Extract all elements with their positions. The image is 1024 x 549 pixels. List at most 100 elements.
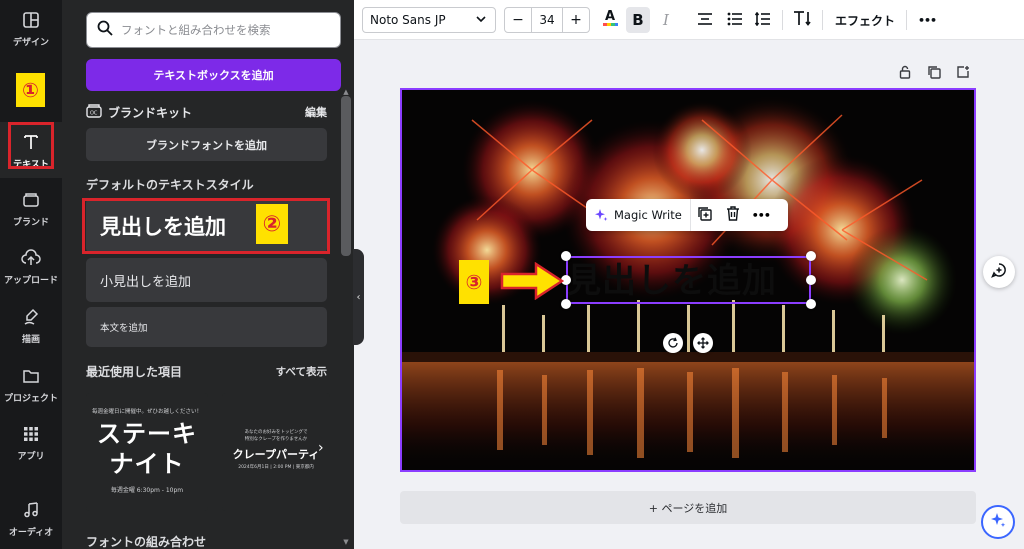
rail-label: オーディオ [8, 528, 54, 538]
effects-button[interactable]: エフェクト [830, 7, 900, 33]
font-family-select[interactable]: Noto Sans JP [362, 7, 496, 33]
recent-item-steak-night[interactable]: 毎週金曜日に開催中。ぜひお越しください！ ステーキ ナイト 毎週金曜 6:30p… [86, 393, 208, 511]
see-all-link[interactable]: すべて表示 [276, 364, 327, 379]
brand-kit-icon: OC [86, 103, 102, 122]
rail-item-text[interactable]: テキスト [0, 122, 62, 178]
resize-handle-top-right[interactable] [806, 251, 816, 261]
duplicate-page-icon[interactable] [926, 64, 942, 80]
add-body-label: 本文を追加 [100, 323, 148, 334]
font-combos-title: フォントの組み合わせ [86, 535, 207, 549]
brand-kit-label: ブランドキット [108, 105, 193, 120]
vertical-text-icon [793, 10, 811, 30]
audio-icon [19, 498, 43, 522]
font-size-decrease-button[interactable]: − [505, 8, 531, 32]
step-badge-2: ② [256, 204, 288, 244]
rail-label: 描画 [21, 335, 40, 345]
step-badge-3: ③ [459, 260, 489, 304]
crepe-time: 2024年6月1日 | 2:00 PM | 東京都内 [238, 465, 314, 470]
search-input[interactable] [121, 23, 331, 37]
chevron-down-icon [475, 13, 487, 28]
crepe-subtitle-1: あなたのお好みをトッピングで [244, 430, 308, 435]
element-more-button[interactable]: ••• [747, 199, 775, 231]
recent-title: 最近使用した項目 [86, 365, 183, 379]
add-heading-label: 見出しを追加 [100, 214, 226, 239]
rotate-handle[interactable] [663, 333, 683, 353]
font-size-increase-button[interactable]: + [563, 8, 589, 32]
scroll-down-icon[interactable]: ▼ [342, 538, 350, 546]
move-handle[interactable] [693, 333, 713, 353]
rail-item-apps[interactable]: アプリ [0, 414, 62, 470]
chevron-left-icon: ‹ [356, 291, 361, 303]
text-color-button[interactable]: A [598, 7, 622, 33]
add-comment-button[interactable] [983, 256, 1015, 288]
font-name: Noto Sans JP [370, 13, 446, 27]
bullet-list-icon [727, 11, 743, 30]
rail-item-design[interactable]: デザイン [0, 0, 62, 56]
sparkle-icon [990, 512, 1006, 532]
duplicate-icon [697, 206, 713, 225]
scroll-up-icon[interactable]: ▲ [342, 88, 350, 96]
text-toolbar: Noto Sans JP − + A B I [354, 0, 1024, 40]
rail-label: アプリ [17, 452, 45, 462]
vertical-text-button[interactable] [790, 7, 814, 33]
steak-title-line1: ステーキ [97, 420, 197, 448]
recent-item-crepe-party[interactable]: あなたのお好みをトッピングで 特別なクレープを作りませんか クレープパーティ 2… [222, 393, 330, 511]
svg-text:OC: OC [90, 110, 98, 116]
layout-icon [19, 8, 43, 32]
rail-item-audio[interactable]: オーディオ [0, 490, 62, 546]
icon-rail: デザイン ① テキスト ブランド アップロード 描画 プロジェクト アプリ オー… [0, 0, 62, 549]
line-spacing-icon [754, 11, 771, 30]
svg-text:A: A [605, 9, 615, 24]
rail-label: プロジェクト [3, 394, 58, 404]
rotate-icon [667, 334, 679, 353]
delete-element-button[interactable] [719, 199, 747, 231]
panel-scrollbar[interactable] [341, 96, 351, 256]
canva-assistant-button[interactable] [981, 505, 1015, 539]
add-textbox-button[interactable]: テキストボックスを追加 [86, 59, 341, 91]
draw-icon [19, 305, 43, 329]
italic-button[interactable]: I [656, 7, 676, 33]
magic-write-button[interactable]: Magic Write [586, 199, 691, 231]
add-subheading-label: 小見出しを追加 [100, 274, 192, 290]
toolbar-divider [782, 10, 783, 30]
toolbar-divider [822, 10, 823, 30]
rail-label: アップロード [3, 276, 58, 286]
bold-button[interactable]: B [626, 7, 650, 33]
crepe-subtitle-2: 特別なクレープを作りませんか [244, 437, 308, 442]
rail-item-draw[interactable]: 描画 [0, 297, 62, 353]
align-center-button[interactable] [694, 7, 716, 33]
font-size-input[interactable] [531, 8, 563, 32]
duplicate-element-button[interactable] [691, 199, 719, 231]
add-subheading-button[interactable]: 小見出しを追加 [86, 258, 327, 302]
bullet-list-button[interactable] [724, 7, 746, 33]
font-search-box[interactable] [86, 12, 341, 48]
canvas-heading-text[interactable]: 見出しを追加 [567, 258, 810, 304]
steak-subtitle: 毎週金曜日に開催中。ぜひお越しください！ [91, 409, 202, 415]
resize-handle-bottom-left[interactable] [561, 299, 571, 309]
brand-edit-link[interactable]: 編集 [305, 104, 327, 120]
add-heading-button[interactable]: 見出しを追加 [86, 198, 327, 253]
line-spacing-button[interactable] [752, 7, 774, 33]
align-center-icon [697, 11, 713, 30]
resize-handle-right[interactable] [806, 275, 816, 285]
text-color-icon: A [601, 8, 619, 32]
bold-icon: B [632, 11, 644, 29]
more-options-button[interactable]: ••• [914, 7, 940, 33]
resize-handle-top-left[interactable] [561, 251, 571, 261]
rail-label: デザイン [12, 38, 49, 48]
brand-icon [19, 188, 43, 212]
lock-icon[interactable] [897, 64, 913, 80]
rail-item-brand[interactable]: ブランド [0, 180, 62, 236]
chevron-right-icon[interactable]: › [318, 440, 324, 456]
folder-icon [19, 364, 43, 388]
step-badge-1: ① [16, 73, 45, 107]
rail-item-upload[interactable]: アップロード [0, 238, 62, 294]
add-page-button[interactable]: + ページを追加 [400, 491, 976, 524]
add-body-button[interactable]: 本文を追加 [86, 307, 327, 347]
add-page-icon[interactable] [955, 64, 971, 80]
collapse-panel-button[interactable]: ‹ [353, 249, 364, 345]
apps-icon [19, 422, 43, 446]
rail-item-projects[interactable]: プロジェクト [0, 356, 62, 412]
add-brand-font-button[interactable]: ブランドフォントを追加 [86, 128, 327, 161]
resize-handle-bottom-right[interactable] [806, 299, 816, 309]
